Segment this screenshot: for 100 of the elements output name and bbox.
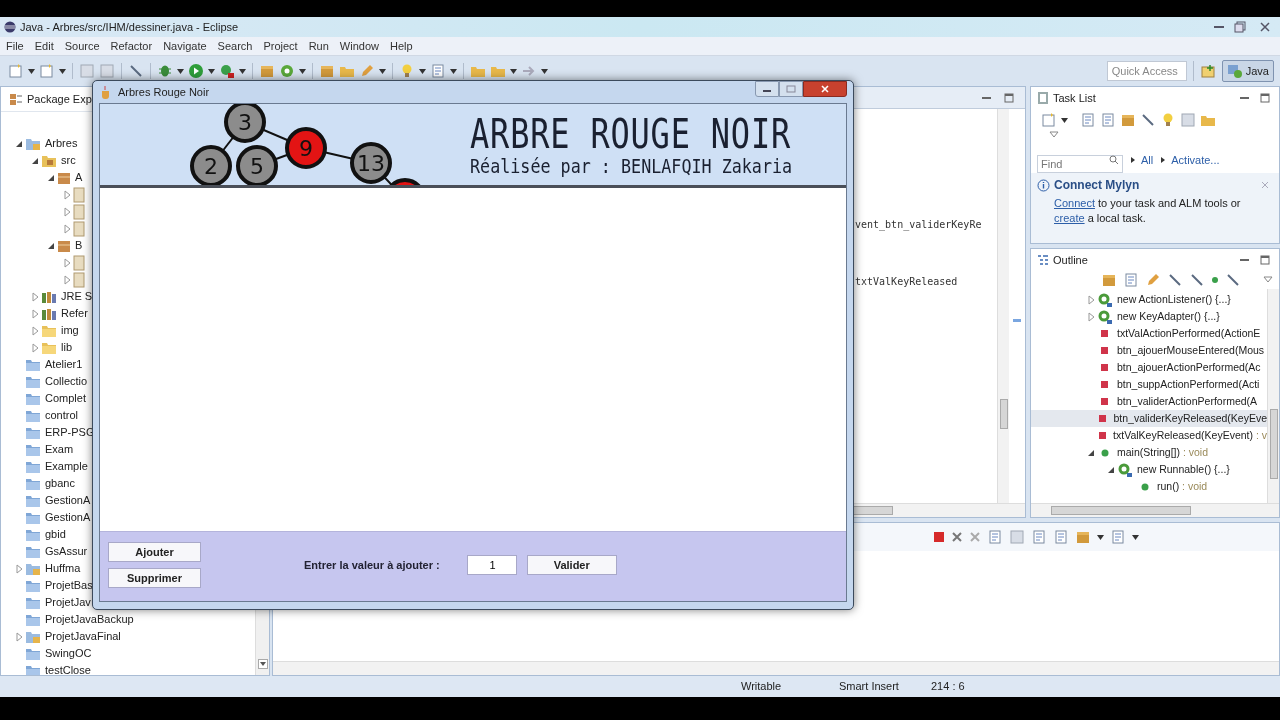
tree-item[interactable]: GestionA	[45, 509, 91, 526]
tree-toggle-icon[interactable]	[31, 325, 39, 336]
tree-item[interactable]: ProjetJavaBackup	[45, 611, 134, 628]
minimize-button[interactable]	[755, 81, 779, 97]
project-folder-icon	[25, 629, 41, 644]
source-folder-icon	[41, 153, 57, 168]
maximize-icon	[786, 85, 796, 93]
outline-item[interactable]: btn_ajouerActionPerformed(Ac	[1117, 359, 1261, 376]
menu-item[interactable]: File	[6, 37, 24, 55]
outline-item[interactable]: txtValKeyReleased(KeyEvent)	[1113, 427, 1253, 444]
close-icon	[1258, 21, 1272, 33]
tree-toggle-icon[interactable]	[63, 206, 71, 217]
value-field[interactable]: 1	[466, 555, 517, 575]
tree-item[interactable]: A	[75, 169, 83, 186]
tree-toggle-icon[interactable]	[1087, 311, 1095, 322]
tree-item[interactable]: JRE S	[61, 288, 93, 305]
pencil-icon	[1145, 272, 1161, 288]
tree-toggle-icon[interactable]	[31, 342, 39, 353]
action-button[interactable]: Supprimer	[108, 568, 201, 588]
filter-link[interactable]: All	[1141, 151, 1154, 169]
new-file-icon	[39, 63, 55, 79]
tree-item[interactable]: Example	[45, 458, 88, 475]
tree-toggle-icon[interactable]	[31, 308, 39, 319]
view-menu-icon	[1263, 276, 1273, 284]
tree-item[interactable]: testClose	[45, 662, 91, 675]
link[interactable]: create	[1054, 212, 1085, 224]
tree-item[interactable]: GsAssur	[45, 543, 88, 560]
panel-tab[interactable]: Outline	[1053, 251, 1088, 269]
menu-item[interactable]: Window	[339, 37, 379, 55]
quick-access-field[interactable]: Quick Access	[1106, 61, 1187, 81]
tree-toggle-icon[interactable]	[15, 631, 23, 642]
validate-button[interactable]: Valider	[526, 555, 617, 575]
menu-item[interactable]: Help	[390, 37, 413, 55]
outline-item[interactable]: new KeyAdapter() {...}	[1117, 308, 1220, 325]
tree-item[interactable]: control	[45, 407, 79, 424]
caret-icon	[299, 68, 306, 74]
tree-item[interactable]: GestionA	[45, 492, 91, 509]
tree-item[interactable]: SwingOC	[45, 645, 92, 662]
menu-item[interactable]: Navigate	[163, 37, 207, 55]
tree-item[interactable]: gbanc	[45, 475, 75, 492]
eclipse-icon	[4, 21, 16, 33]
tree-item[interactable]: Collectio	[45, 373, 88, 390]
perspective-button[interactable]: Java	[1221, 60, 1274, 82]
tree-toggle-icon[interactable]	[31, 291, 39, 302]
public-method-icon	[1141, 482, 1149, 491]
tree-item[interactable]: src	[61, 152, 76, 169]
tree-toggle-icon[interactable]	[1087, 294, 1095, 305]
tree-item[interactable]: Complet	[45, 390, 86, 407]
menu-item[interactable]: Edit	[34, 37, 54, 55]
action-button[interactable]: Ajouter	[108, 542, 201, 562]
outline-item[interactable]: btn_suppActionPerformed(Acti	[1117, 376, 1260, 393]
outline-item[interactable]: new Runnable() {...}	[1137, 461, 1230, 478]
scrollbar[interactable]	[1051, 506, 1191, 515]
caret-icon	[1132, 534, 1139, 540]
tree-item[interactable]: img	[61, 322, 79, 339]
caret-icon	[510, 68, 517, 74]
public-method-icon	[1101, 448, 1109, 457]
menu-item[interactable]: Search	[217, 37, 253, 55]
project-folder-icon	[25, 136, 41, 151]
tree-item[interactable]: Arbres	[45, 135, 78, 152]
tree-item[interactable]: Exam	[45, 441, 74, 458]
menu-item[interactable]: Project	[263, 37, 298, 55]
document-icon	[1100, 112, 1116, 128]
tree-toggle-icon[interactable]	[63, 189, 71, 200]
menu-item[interactable]: Run	[308, 37, 329, 55]
java-file-icon	[73, 186, 85, 203]
outline-item[interactable]: new ActionListener() {...}	[1117, 291, 1231, 308]
menu-item[interactable]: Refactor	[110, 37, 153, 55]
filter-link[interactable]: Activate...	[1171, 151, 1220, 169]
close-button[interactable]	[803, 81, 847, 97]
tree-item[interactable]: ProjetBas	[45, 577, 93, 594]
folder-icon	[25, 391, 41, 406]
tree-item[interactable]: ProjetJavaFinal	[45, 628, 121, 645]
find-field[interactable]: Find	[1037, 155, 1123, 173]
window-title: Java - Arbres/src/IHM/dessiner.java - Eclipse	[20, 19, 239, 35]
outline-item[interactable]: txtValActionPerformed(ActionE	[1117, 325, 1261, 342]
outline-item[interactable]: run()	[1157, 478, 1180, 495]
tree-toggle-icon[interactable]	[63, 257, 71, 268]
outline-item[interactable]: btn_validerActionPerformed(A	[1117, 393, 1258, 410]
tree-item[interactable]: Huffma	[45, 560, 81, 577]
tree-item[interactable]: Refer	[61, 305, 88, 322]
tree-item[interactable]: B	[75, 237, 83, 254]
outline-item[interactable]: main(String[])	[1117, 444, 1180, 461]
link[interactable]: Connect	[1054, 197, 1095, 209]
tree-toggle-icon[interactable]	[15, 563, 23, 574]
tree-item[interactable]: lib	[61, 339, 72, 356]
folder-icon	[25, 493, 41, 508]
panel-tab[interactable]: Package Exp	[27, 90, 92, 108]
tree-item[interactable]: gbid	[45, 526, 66, 543]
tree-toggle-icon[interactable]	[63, 223, 71, 234]
caret-icon	[1097, 534, 1104, 540]
folder-icon	[25, 374, 41, 389]
menu-item[interactable]: Source	[64, 37, 100, 55]
package-icon	[57, 170, 71, 185]
bullet-icon	[1131, 157, 1135, 163]
panel-tab[interactable]: Task List	[1053, 89, 1096, 107]
tree-toggle-icon[interactable]	[63, 274, 71, 285]
tree-item[interactable]: ProjetJav	[45, 594, 91, 611]
outline-item[interactable]: btn_ajouerMouseEntered(Mous	[1117, 342, 1265, 359]
tree-item[interactable]: Atelier1	[45, 356, 83, 373]
